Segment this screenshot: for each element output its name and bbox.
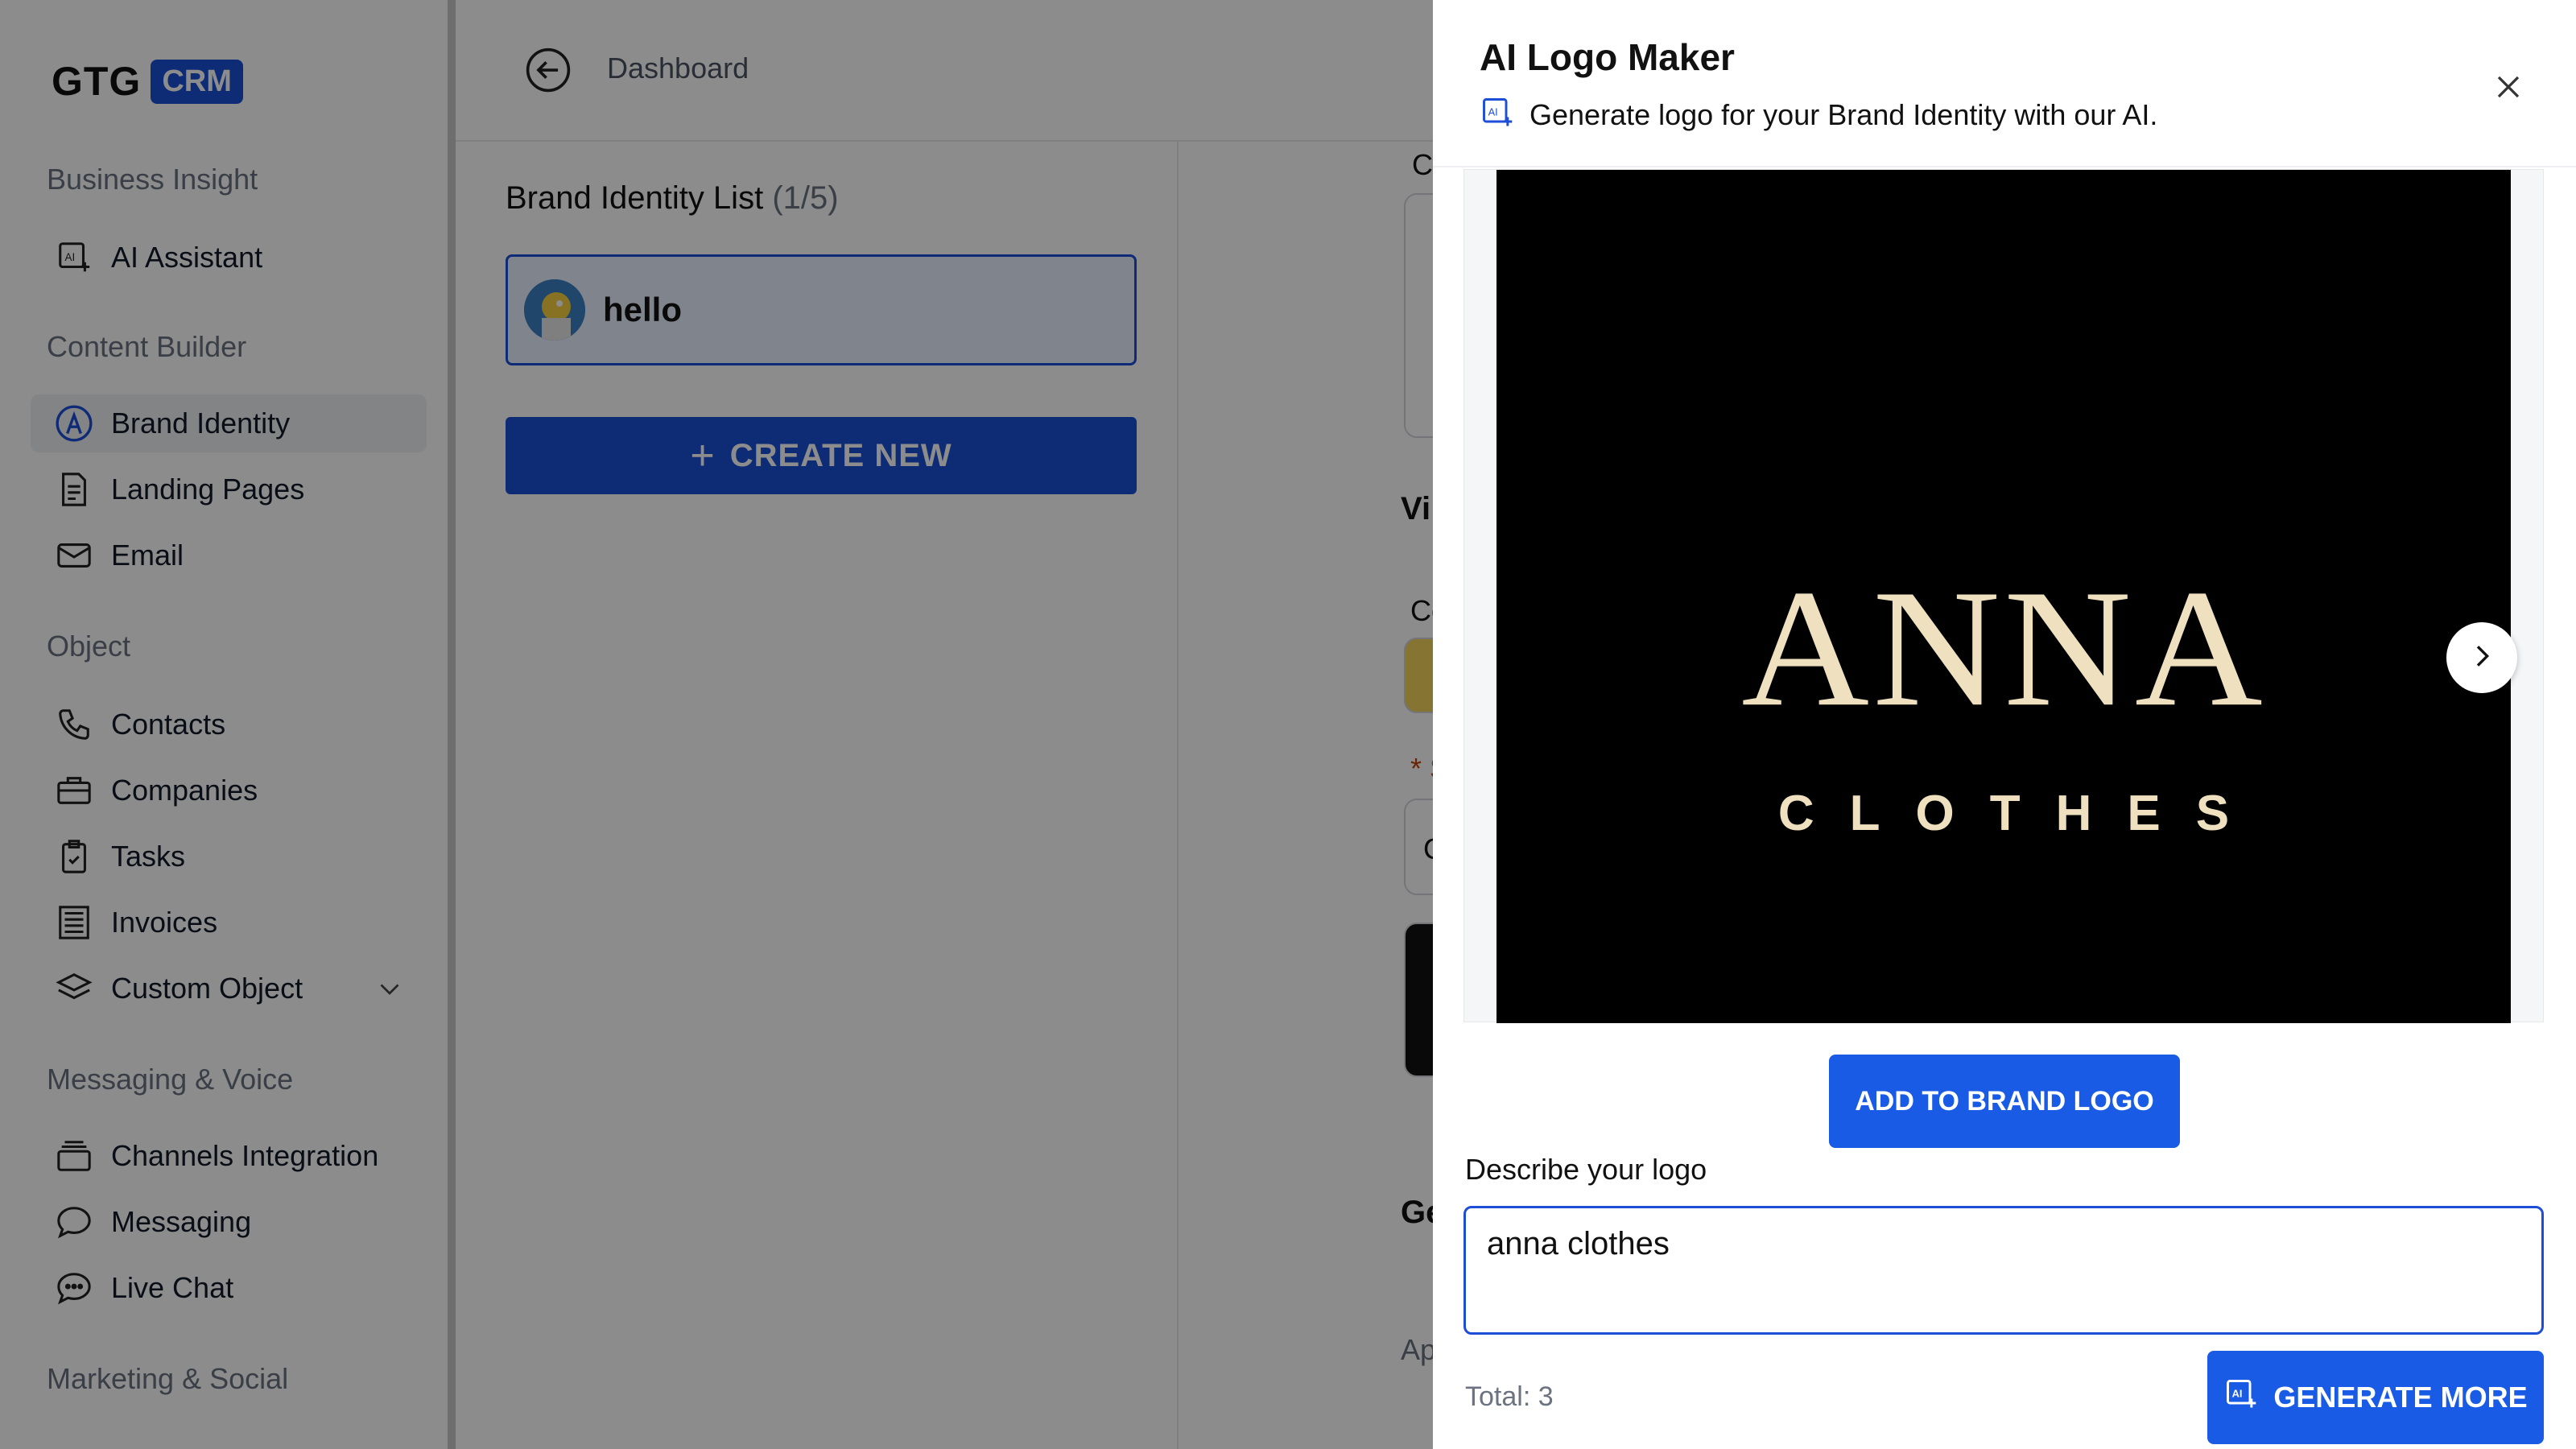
ai-sparkle-icon: AI	[2223, 1377, 2259, 1419]
drawer-subtitle: AI Generate logo for your Brand Identity…	[1480, 95, 2157, 134]
svg-text:AI: AI	[2232, 1387, 2243, 1399]
svg-text:AI: AI	[1488, 106, 1498, 118]
describe-logo-label: Describe your logo	[1465, 1153, 1707, 1186]
modal-backdrop[interactable]	[0, 0, 1433, 1449]
divider	[1433, 166, 2576, 167]
total-count: Total: 3	[1465, 1381, 1554, 1412]
ai-sparkle-icon: AI	[1480, 95, 1515, 134]
generate-more-label: GENERATE MORE	[2273, 1381, 2528, 1414]
drawer-title: AI Logo Maker	[1480, 36, 1735, 78]
logo-main-text: ANNA	[1741, 555, 2266, 741]
logo-sub-text: CLOTHES	[1777, 786, 2265, 841]
drawer-subtitle-text: Generate logo for your Brand Identity wi…	[1530, 97, 2158, 131]
chevron-right-icon	[2466, 640, 2498, 676]
close-icon[interactable]	[2489, 68, 2528, 106]
describe-logo-input[interactable]: anna clothes	[1463, 1206, 2544, 1335]
next-slide-button[interactable]	[2446, 622, 2517, 693]
generated-logo-image: ANNA CLOTHES	[1496, 170, 2511, 1023]
logo-preview-carousel: ANNA CLOTHES	[1463, 169, 2544, 1023]
ai-logo-maker-drawer: AI Logo Maker AI Generate logo for your …	[1433, 0, 2576, 1449]
generate-more-button[interactable]: AI GENERATE MORE	[2207, 1351, 2544, 1444]
add-to-brand-logo-button[interactable]: ADD TO BRAND LOGO	[1829, 1055, 2180, 1148]
